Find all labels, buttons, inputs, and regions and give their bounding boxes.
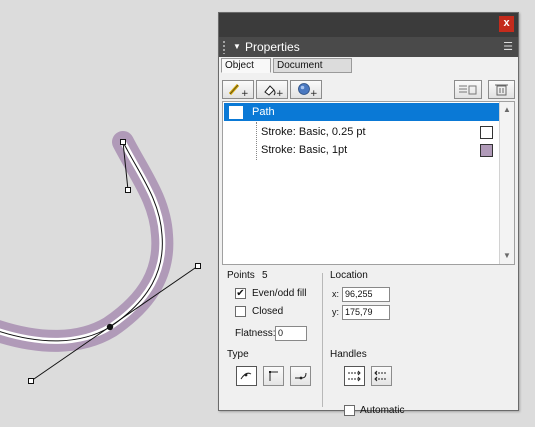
trash-button[interactable] xyxy=(488,80,515,99)
tree-item-label: Path xyxy=(252,106,275,118)
attributes-tree: Path Stroke: Basic, 0.25 pt Stroke: Basi… xyxy=(222,101,515,265)
trash-icon xyxy=(495,84,508,96)
anchor-point[interactable] xyxy=(106,323,114,331)
svg-text:+: + xyxy=(241,89,249,98)
panel-header[interactable]: ▼ Properties ☰ xyxy=(219,37,518,57)
tab-document[interactable]: Document xyxy=(273,58,352,73)
handles-out-button[interactable] xyxy=(344,366,365,386)
smooth-point-button[interactable] xyxy=(236,366,257,386)
tree-item-path[interactable]: Path xyxy=(224,103,500,121)
drag-grip-icon[interactable] xyxy=(222,40,226,54)
object-properties: Points 5 ✔ Even/odd fill Closed Flatness… xyxy=(219,267,518,416)
handles-label: Handles xyxy=(330,349,367,360)
list-delete-icon xyxy=(459,85,477,95)
stroke-color-swatch[interactable] xyxy=(480,144,493,157)
panel-toolbar: + + + xyxy=(222,80,515,100)
add-stroke-button[interactable]: + xyxy=(222,80,254,99)
fill-add-icon: + xyxy=(264,85,284,99)
tree-scrollbar[interactable]: ▲ ▼ xyxy=(499,102,514,264)
collapse-arrow-icon[interactable]: ▼ xyxy=(233,42,241,51)
stroke-color-swatch[interactable] xyxy=(480,126,493,139)
handle-point[interactable] xyxy=(125,187,131,193)
automatic-checkbox[interactable] xyxy=(344,405,355,416)
y-input[interactable]: 175,79 xyxy=(342,305,390,320)
closed-checkbox[interactable] xyxy=(235,306,246,317)
effect-add-icon: + xyxy=(298,83,318,99)
handle-point[interactable] xyxy=(195,263,201,269)
panel-titlebar[interactable]: x xyxy=(219,13,518,37)
add-effect-button[interactable]: + xyxy=(290,80,322,99)
handles-in-icon xyxy=(374,370,387,382)
flatness-input[interactable]: 0 xyxy=(275,326,307,341)
panel-tabs: Object Document xyxy=(219,57,518,74)
path-swatch xyxy=(229,106,243,119)
panel-menu-icon[interactable]: ☰ xyxy=(503,40,513,53)
tree-item-stroke[interactable]: Stroke: Basic, 1pt xyxy=(224,141,500,159)
section-divider xyxy=(322,273,323,407)
handles-in-button[interactable] xyxy=(371,366,392,386)
handle-point[interactable] xyxy=(120,139,126,145)
panel-title: Properties xyxy=(245,40,300,54)
y-label: y: xyxy=(332,307,340,317)
bezier-handle-line xyxy=(30,265,199,382)
tree-item-label: Stroke: Basic, 0.25 pt xyxy=(261,126,366,138)
handle-point[interactable] xyxy=(28,378,34,384)
connector-point-icon xyxy=(295,372,307,380)
tree-item-label: Stroke: Basic, 1pt xyxy=(261,144,348,156)
flatness-label: Flatness: xyxy=(235,328,276,339)
closed-label: Closed xyxy=(252,306,284,317)
x-input[interactable]: 96,255 xyxy=(342,287,390,302)
properties-panel: x ▼ Properties ☰ Object Document + + + P… xyxy=(218,12,519,416)
corner-point-button[interactable] xyxy=(263,366,284,386)
connector-point-button[interactable] xyxy=(290,366,311,386)
points-label: Points xyxy=(227,270,255,281)
close-button[interactable]: x xyxy=(499,16,514,32)
add-fill-button[interactable]: + xyxy=(256,80,288,99)
tab-object[interactable]: Object xyxy=(221,58,271,73)
corner-point-icon xyxy=(269,371,278,381)
scroll-up-icon[interactable]: ▲ xyxy=(501,104,513,116)
type-label: Type xyxy=(227,349,249,360)
points-value: 5 xyxy=(262,270,268,281)
scroll-down-icon[interactable]: ▼ xyxy=(501,250,513,262)
svg-text:+: + xyxy=(276,89,284,98)
location-label: Location xyxy=(330,270,368,281)
svg-text:+: + xyxy=(310,89,318,98)
x-label: x: xyxy=(332,289,340,299)
even-odd-label: Even/odd fill xyxy=(252,288,307,299)
delete-attribute-button[interactable] xyxy=(454,80,482,99)
automatic-label: Automatic xyxy=(360,405,405,416)
handles-out-icon xyxy=(348,370,361,382)
even-odd-checkbox[interactable]: ✔ xyxy=(235,288,246,299)
pencil-add-icon: + xyxy=(228,84,249,99)
tree-item-stroke[interactable]: Stroke: Basic, 0.25 pt xyxy=(224,123,500,141)
smooth-point-icon xyxy=(240,372,252,380)
